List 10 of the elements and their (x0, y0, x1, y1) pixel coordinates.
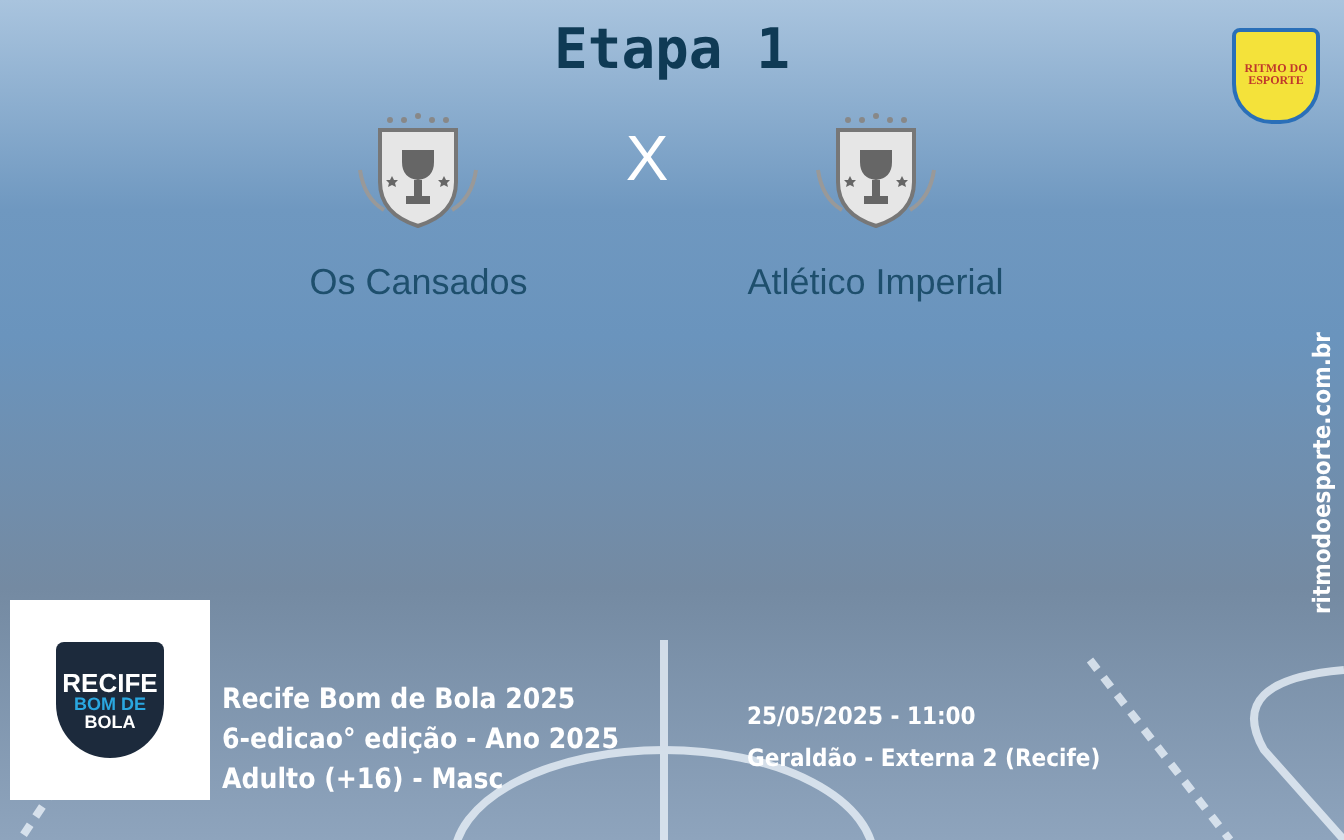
tournament-info: Adulto (+16) - Masc (222, 764, 506, 796)
team-name: Atlético Imperial (747, 262, 1004, 304)
tournament-info: Recife Bom de Bola 2025 (222, 684, 578, 716)
team-name: Os Cansados (309, 262, 528, 304)
tournament-logo: RECIFE BOM DE BOLA (56, 642, 164, 758)
versus-mark: X (623, 122, 671, 196)
tournament-info: 6-edicao° edição - Ano 2025 (222, 724, 619, 756)
match-datetime: 25/05/2025 - 11:00 (746, 702, 978, 730)
stage-title: Etapa 1 (553, 16, 790, 82)
website-text: ritmodoesporte.com.br (1308, 332, 1336, 615)
